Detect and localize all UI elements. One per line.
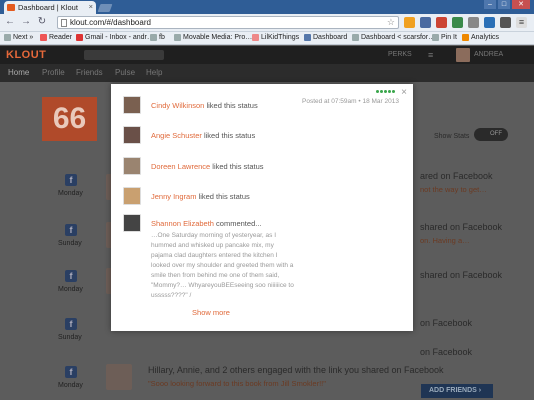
user-link[interactable]: Cindy Wilkinson	[151, 101, 204, 110]
user-avatar[interactable]	[456, 48, 470, 62]
facebook-icon: f	[65, 174, 77, 186]
feed-day: Sunday	[58, 334, 82, 341]
feed-item-text: on Facebook	[420, 318, 473, 328]
feed-day: Monday	[58, 286, 83, 293]
feed-item-text: on Facebook	[420, 347, 473, 357]
nav-home[interactable]: Home	[8, 68, 29, 77]
show-more-link[interactable]: Show more	[111, 308, 311, 317]
bookmark-pin-it[interactable]: Pin It	[432, 34, 457, 41]
reload-icon[interactable]: ↻	[36, 16, 48, 28]
bookmark-analytics[interactable]: Analytics	[462, 34, 499, 41]
facebook-icon: f	[65, 366, 77, 378]
extension-icon-2[interactable]	[452, 17, 463, 28]
browser-toolbar: ← → ↻ klout.com/#/dashboard ☆ ≡	[0, 14, 534, 32]
user-link[interactable]: Angie Schuster	[151, 131, 202, 140]
bookmark-dashboard[interactable]: Dashboard	[304, 34, 347, 41]
extension-icon-4[interactable]	[484, 17, 495, 28]
bookmark-reader[interactable]: Reader	[40, 34, 72, 41]
feed-item-text: ared on Facebook	[420, 171, 493, 181]
url-text: klout.com/#/dashboard	[70, 18, 151, 27]
bookmarks-bar: Next » Reader Gmail - Inbox - andr… fb M…	[0, 32, 534, 45]
facebook-icon: f	[65, 270, 77, 282]
forward-icon[interactable]: →	[20, 16, 32, 28]
activity-text: Cindy Wilkinson liked this status	[151, 101, 258, 110]
modal-close-icon[interactable]: ×	[401, 87, 407, 98]
window-close-icon[interactable]: ✕	[512, 0, 530, 9]
perks-link[interactable]: PERKS	[388, 51, 412, 58]
bookmark-fb[interactable]: fb	[150, 34, 165, 41]
klout-logo[interactable]: KLOUT	[6, 49, 46, 61]
add-friends-button[interactable]: ADD FRIENDS ›	[421, 384, 493, 398]
facebook-icon: f	[65, 318, 77, 330]
menu-icon[interactable]: ≡	[516, 17, 527, 28]
bookmark-dashboard-2[interactable]: Dashboard < scarsfor…	[352, 34, 435, 41]
posted-timestamp: Posted at 07:59am • 18 Mar 2013	[302, 98, 399, 105]
klout-nav: Home Profile Friends Pulse Help	[0, 64, 534, 82]
avatar[interactable]	[123, 157, 141, 175]
feed-item-text: shared on Facebook	[420, 270, 503, 280]
browser-tab-bar: Dashboard | Klout × – □ ✕	[0, 0, 534, 14]
bookmark-star-icon[interactable]: ☆	[387, 17, 395, 28]
feed-day: Monday	[58, 190, 83, 197]
activity-text: Doreen Lawrence liked this status	[151, 162, 264, 171]
user-link[interactable]: Shannon Elizabeth	[151, 219, 214, 228]
klout-search-input[interactable]	[84, 50, 164, 60]
bookmark-lilkidthings[interactable]: LilKidThings	[252, 34, 299, 41]
bookmark-gmail[interactable]: Gmail - Inbox - andr…	[76, 34, 154, 41]
address-bar[interactable]: klout.com/#/dashboard ☆	[57, 16, 399, 29]
tab-title: Dashboard | Klout	[18, 3, 78, 12]
klout-score: 66	[42, 97, 97, 141]
feed-item-text: shared on Facebook	[420, 222, 503, 232]
feed-avatar	[106, 364, 132, 390]
tab-close-icon[interactable]: ×	[89, 2, 93, 11]
klout-favicon-icon	[7, 4, 15, 11]
facebook-icon: f	[65, 224, 77, 236]
klout-header: KLOUT PERKS ≡ ANDREA	[0, 46, 534, 64]
feed-item-snippet: "Sooo looking forward to this book from …	[148, 379, 326, 388]
feed-day: Sunday	[58, 240, 82, 247]
bookmark-movable-media[interactable]: Movable Media: Pro…	[174, 34, 252, 41]
avatar[interactable]	[123, 187, 141, 205]
feed-item-snippet: on. Having a…	[420, 236, 470, 245]
activity-text: Jenny Ingram liked this status	[151, 192, 250, 201]
bookmark-next[interactable]: Next »	[4, 34, 33, 41]
avatar[interactable]	[123, 214, 141, 232]
feed-item-snippet: not the way to get…	[420, 185, 487, 194]
feed-day: Monday	[58, 382, 83, 389]
nav-profile[interactable]: Profile	[42, 68, 65, 77]
avatar[interactable]	[123, 126, 141, 144]
avatar[interactable]	[123, 96, 141, 114]
nav-friends[interactable]: Friends	[76, 68, 103, 77]
window-controls: – □ ✕	[484, 0, 530, 9]
show-stats-label: Show Stats	[434, 133, 470, 140]
hamburger-menu-icon[interactable]: ≡	[428, 50, 433, 60]
activity-text: Shannon Elizabeth commented...	[151, 219, 262, 228]
page-icon	[61, 19, 67, 27]
show-stats-toggle[interactable]: OFF	[474, 128, 508, 141]
likes-modal: × Posted at 07:59am • 18 Mar 2013 Cindy …	[111, 84, 413, 331]
extension-icon[interactable]	[420, 17, 431, 28]
back-icon[interactable]: ←	[4, 16, 16, 28]
user-name[interactable]: ANDREA	[474, 51, 503, 58]
activity-text: Angie Schuster liked this status	[151, 131, 256, 140]
new-tab-button[interactable]	[97, 4, 113, 12]
nav-pulse[interactable]: Pulse	[115, 68, 135, 77]
user-link[interactable]: Doreen Lawrence	[151, 162, 210, 171]
feed-item-text: Hillary, Annie, and 2 others engaged wit…	[148, 365, 444, 375]
nav-help[interactable]: Help	[146, 68, 162, 77]
amazon-extension-icon[interactable]	[404, 17, 415, 28]
tab-dashboard[interactable]: Dashboard | Klout ×	[4, 1, 96, 14]
comment-text: …One Saturday morning of yesteryear, as …	[151, 232, 294, 299]
pinterest-extension-icon[interactable]	[436, 17, 447, 28]
network-strength-dots	[376, 90, 395, 93]
buffer-extension-icon[interactable]	[500, 17, 511, 28]
extension-icon-3[interactable]	[468, 17, 479, 28]
maximize-icon[interactable]: □	[498, 0, 510, 9]
user-link[interactable]: Jenny Ingram	[151, 192, 196, 201]
minimize-icon[interactable]: –	[484, 0, 496, 9]
